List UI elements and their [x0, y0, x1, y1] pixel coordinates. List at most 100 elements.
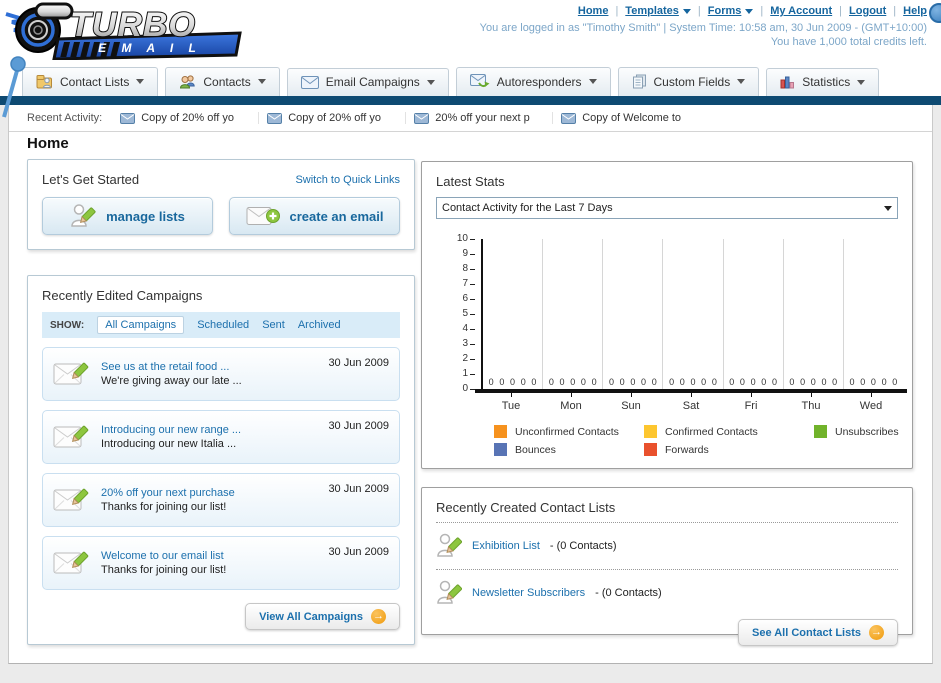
navy-divider-bar: [0, 96, 941, 105]
bar-value-label: 0: [570, 377, 576, 387]
see-all-contact-lists-label: See All Contact Lists: [751, 626, 861, 639]
view-all-campaigns-button[interactable]: View All Campaigns →: [245, 603, 400, 630]
bar-value-label: 0: [669, 377, 675, 387]
logo-text-turbo: TURBO: [70, 6, 196, 44]
campaign-row[interactable]: 20% off your next purchase Thanks for jo…: [42, 473, 400, 527]
nav-link-help[interactable]: Help: [903, 5, 927, 17]
recent-campaigns-title: Recently Edited Campaigns: [42, 288, 203, 303]
bar-value-label: 0: [488, 377, 494, 387]
nav-link-home[interactable]: Home: [578, 5, 609, 17]
chevron-down-icon: [737, 79, 746, 84]
tab-label: Statistics: [802, 75, 851, 89]
chart-day-group: 00000: [603, 239, 664, 389]
legend-swatch-icon: [644, 443, 657, 456]
envelope-icon: [414, 112, 430, 124]
recent-activity-item[interactable]: Copy of 20% off yo: [120, 112, 260, 124]
main-tab-bar: Contact Lists Contacts Email Campaigns A…: [22, 66, 880, 96]
contact-activity-chart: 0 1 2 3 4 5 6 7 8 9 10 000000000000000000000000000…: [448, 234, 907, 456]
campaign-row[interactable]: See us at the retail food ... We're givi…: [42, 347, 400, 401]
nav-link-my-account[interactable]: My Account: [770, 5, 832, 17]
contact-list-count: - (0 Contacts): [549, 540, 617, 552]
contact-list-item[interactable]: Exhibition List - (0 Contacts): [436, 530, 898, 562]
dotted-divider: [436, 522, 898, 523]
campaign-title-link[interactable]: 20% off your next purchase: [101, 487, 235, 499]
chart-day-group: 00000: [543, 239, 604, 389]
contact-list-name-link[interactable]: Newsletter Subscribers: [472, 587, 585, 599]
latest-stats-title: Latest Stats: [436, 174, 505, 189]
legend-label: Confirmed Contacts: [665, 425, 758, 438]
nav-link-templates[interactable]: Templates: [625, 5, 679, 17]
tab-statistics[interactable]: Statistics: [766, 68, 880, 96]
bar-value-label: 0: [619, 377, 625, 387]
campaign-date: 30 Jun 2009: [328, 483, 389, 495]
bar-value-label: 0: [499, 377, 505, 387]
x-axis-label: Sat: [661, 393, 721, 412]
nav-link-forms[interactable]: Forms: [708, 5, 742, 17]
recent-activity-bar: Recent Activity: Copy of 20% off yo Copy…: [9, 105, 932, 132]
campaign-row[interactable]: Welcome to our email list Thanks for joi…: [42, 536, 400, 590]
turbo-email-app: TURBO E M A I L Home Templates Forms My …: [0, 0, 941, 683]
campaign-subtitle: Thanks for joining our list!: [101, 501, 227, 513]
contact-list-item[interactable]: Newsletter Subscribers - (0 Contacts): [436, 577, 898, 609]
campaign-subtitle: We're giving away our late ...: [101, 375, 242, 387]
campaign-title-link[interactable]: Introducing our new range ...: [101, 424, 241, 436]
campaign-title-link[interactable]: See us at the retail food ...: [101, 361, 242, 373]
recent-activity-item[interactable]: Copy of Welcome to: [561, 112, 699, 124]
bar-value-label: 0: [739, 377, 745, 387]
contact-list-name-link[interactable]: Exhibition List: [472, 540, 540, 552]
filter-archived[interactable]: Archived: [298, 319, 341, 331]
y-tick: 6: [462, 294, 475, 304]
tab-label: Autoresponders: [496, 74, 582, 89]
nav-separator: [893, 5, 896, 17]
legend-label: Bounces: [515, 443, 556, 456]
campaign-date: 30 Jun 2009: [328, 357, 389, 369]
arrow-right-icon: →: [371, 609, 386, 624]
create-email-button[interactable]: create an email: [229, 197, 400, 235]
tab-label: Contacts: [203, 74, 251, 89]
filter-scheduled[interactable]: Scheduled: [197, 319, 249, 331]
manage-lists-label: manage lists: [106, 208, 185, 224]
bar-value-label: 0: [761, 377, 767, 387]
bar-value-label: 0: [591, 377, 597, 387]
tab-email-campaigns[interactable]: Email Campaigns: [286, 68, 449, 96]
stats-report-dropdown[interactable]: Contact Activity for the Last 7 Days: [436, 197, 898, 219]
filter-all-campaigns[interactable]: All Campaigns: [97, 316, 185, 334]
bar-value-label: 0: [729, 377, 735, 387]
main-content: Recent Activity: Copy of 20% off yo Copy…: [8, 105, 933, 664]
chevron-down-icon: [884, 205, 892, 211]
chevron-down-icon: [745, 8, 754, 14]
tab-contact-lists[interactable]: Contact Lists: [22, 67, 159, 96]
tab-contacts[interactable]: Contacts: [165, 67, 280, 96]
legend-item: Confirmed Contacts: [644, 425, 814, 438]
x-axis-label: Wed: [841, 393, 901, 412]
campaign-subtitle: Introducing our new Italia ...: [101, 438, 237, 450]
envelope-icon: [120, 112, 136, 124]
bar-value-label: 0: [608, 377, 614, 387]
switch-quick-links-link[interactable]: Switch to Quick Links: [295, 174, 400, 186]
bar-value-label: 0: [679, 377, 685, 387]
tab-custom-fields[interactable]: Custom Fields: [617, 67, 760, 96]
turbo-email-logo: TURBO E M A I L: [2, 2, 254, 65]
recent-activity-item[interactable]: 20% off your next p: [414, 112, 554, 124]
nav-link-logout[interactable]: Logout: [849, 5, 886, 17]
legend-item: Bounces: [494, 443, 644, 456]
left-column: Let's Get Started Switch to Quick Links …: [27, 159, 415, 645]
campaign-row[interactable]: Introducing our new range ... Introducin…: [42, 410, 400, 464]
recent-activity-item[interactable]: Copy of 20% off yo: [267, 112, 407, 124]
chart-day-group: 00000: [844, 239, 903, 389]
envelope-edit-icon: [53, 488, 89, 511]
person-pencil-icon: [71, 204, 96, 227]
arrow-right-icon: →: [869, 625, 884, 640]
statistics-bar-chart-icon: [780, 76, 795, 89]
filter-sent[interactable]: Sent: [262, 319, 285, 331]
y-tick: 1: [462, 369, 475, 379]
page-title: Home: [27, 135, 69, 152]
chart-day-group: 00000: [663, 239, 724, 389]
tab-autoresponders[interactable]: Autoresponders: [455, 67, 611, 96]
bar-value-label: 0: [559, 377, 565, 387]
bar-value-label: 0: [641, 377, 647, 387]
y-tick: 5: [462, 309, 475, 319]
manage-lists-button[interactable]: manage lists: [42, 197, 213, 235]
campaign-title-link[interactable]: Welcome to our email list: [101, 550, 226, 562]
see-all-contact-lists-button[interactable]: See All Contact Lists →: [737, 619, 898, 646]
